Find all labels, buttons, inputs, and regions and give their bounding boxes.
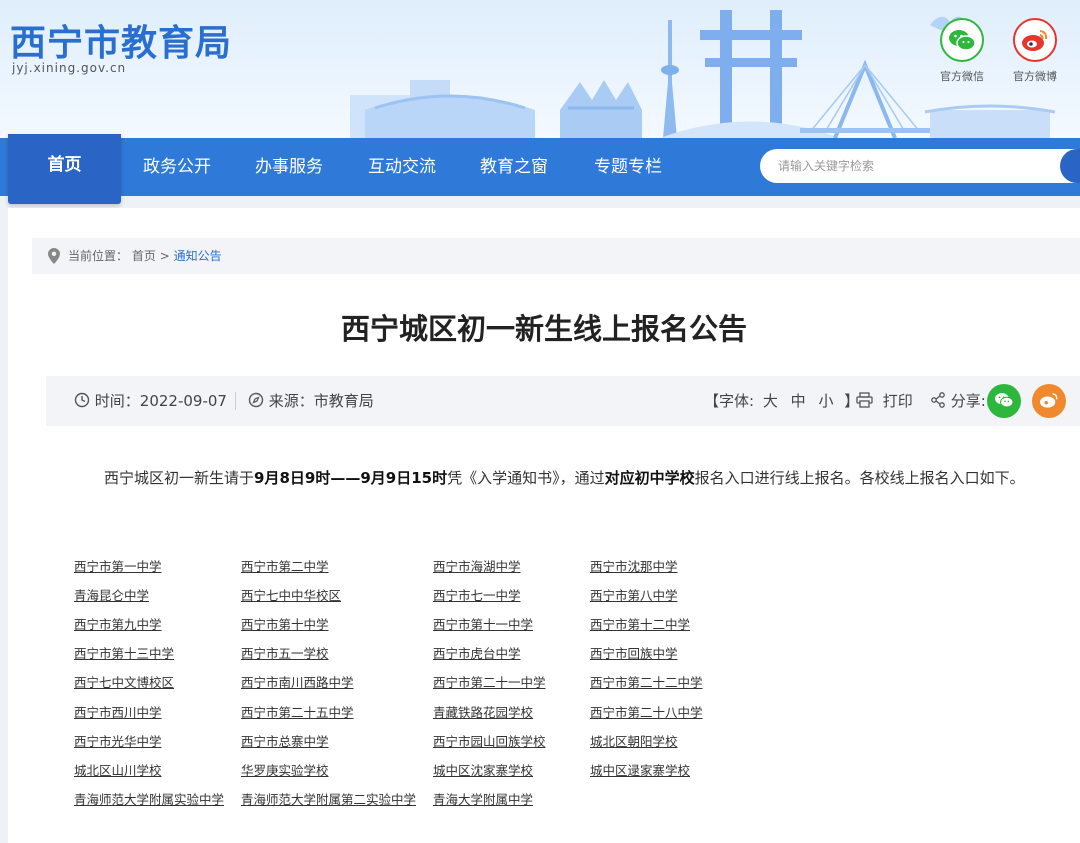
compass-icon — [248, 392, 264, 408]
source-value: 市教育局 — [313, 392, 374, 410]
school-link[interactable]: 西宁市沈那中学 — [590, 556, 678, 575]
nav-item-government-affairs[interactable]: 政务公开 — [143, 138, 211, 196]
article-paragraph: 西宁城区初一新生请于9月8日9时——9月9日15时凭《入学通知书》，通过对应初中… — [74, 464, 1076, 492]
source-label: 来源： — [268, 392, 314, 410]
share-weibo-button[interactable] — [1032, 384, 1066, 418]
school-link[interactable]: 西宁市回族中学 — [590, 643, 678, 662]
wechat-icon — [995, 392, 1014, 407]
school-link[interactable]: 青海昆仑中学 — [74, 585, 149, 604]
school-link[interactable]: 西宁市第十中学 — [241, 614, 329, 633]
school-link[interactable]: 西宁市第二十五中学 — [241, 702, 354, 721]
paragraph-emphasis: 对应初中学校 — [604, 469, 695, 487]
school-link[interactable]: 西宁市第十三中学 — [74, 643, 174, 662]
breadcrumb-current-link[interactable]: 通知公告 — [174, 249, 222, 263]
school-link[interactable]: 西宁市七一中学 — [433, 585, 521, 604]
nav-item-special-topics[interactable]: 专题专栏 — [594, 138, 662, 196]
time-value: 2022-09-07 — [139, 392, 227, 410]
school-link[interactable]: 青藏铁路花园学校 — [433, 702, 533, 721]
school-link[interactable]: 城中区逯家寨学校 — [590, 760, 690, 779]
share-section: 分享: — [930, 376, 986, 426]
article-container: 当前位置： 首页 > 通知公告 西宁城区初一新生线上报名公告 时间：2022-0… — [8, 208, 1080, 843]
printer-icon — [856, 392, 873, 408]
school-link[interactable]: 青海大学附属中学 — [433, 789, 533, 808]
school-link[interactable]: 西宁市第二十二中学 — [590, 672, 703, 691]
print-button[interactable]: 打印 — [856, 376, 913, 426]
breadcrumb-home-link[interactable]: 首页 — [132, 249, 156, 263]
clock-icon — [74, 392, 90, 408]
meta-divider — [235, 392, 236, 410]
school-link[interactable]: 西宁七中文博校区 — [74, 672, 174, 691]
breadcrumb-separator: > — [159, 249, 170, 263]
weibo-icon[interactable] — [1013, 18, 1057, 62]
school-link[interactable]: 西宁市西川中学 — [74, 702, 162, 721]
publish-time: 时间：2022-09-07 — [74, 376, 227, 426]
article-source: 来源：市教育局 — [248, 376, 374, 426]
school-link[interactable]: 城中区沈家寨学校 — [433, 760, 533, 779]
school-link[interactable]: 西宁市总寨中学 — [241, 731, 329, 750]
school-link[interactable]: 青海师范大学附属实验中学 — [74, 789, 224, 808]
font-medium-button[interactable]: 中 — [791, 392, 806, 410]
paragraph-text: 西宁城区初一新生请于 — [104, 469, 255, 487]
school-link[interactable]: 西宁市第二十一中学 — [433, 672, 546, 691]
school-link[interactable]: 西宁市第九中学 — [74, 614, 162, 633]
school-link[interactable]: 城北区朝阳学校 — [590, 731, 678, 750]
school-link[interactable]: 华罗庚实验学校 — [241, 760, 329, 779]
school-link[interactable]: 西宁市虎台中学 — [433, 643, 521, 662]
font-size-control: 【字体: 大 中 小 】 — [704, 376, 859, 426]
paragraph-text: 凭《入学通知书》，通过 — [447, 469, 605, 487]
article-title: 西宁城区初一新生线上报名公告 — [340, 312, 747, 346]
weibo-follow[interactable]: 官方微博 — [1000, 18, 1070, 84]
print-label: 打印 — [882, 392, 913, 410]
school-link[interactable]: 西宁市第二中学 — [241, 556, 329, 575]
nav-item-education-window[interactable]: 教育之窗 — [480, 138, 548, 196]
school-link[interactable]: 西宁市第一中学 — [74, 556, 162, 575]
search-input[interactable] — [760, 149, 1080, 183]
share-wechat-button[interactable] — [987, 384, 1021, 418]
location-pin-icon — [48, 248, 60, 264]
site-title[interactable]: 西宁市教育局 — [10, 14, 232, 66]
school-link[interactable]: 西宁七中中华校区 — [241, 585, 341, 604]
article-meta-bar: 时间：2022-09-07 来源：市教育局 【字体: 大 中 小 】 打印 分享… — [46, 376, 1080, 426]
font-small-button[interactable]: 小 — [818, 392, 833, 410]
school-link[interactable]: 西宁市园山回族学校 — [433, 731, 546, 750]
weibo-label: 官方微博 — [1013, 70, 1057, 83]
school-link[interactable]: 西宁市海湖中学 — [433, 556, 521, 575]
paragraph-text: 报名入口进行线上报名。各校线上报名入口如下。 — [694, 469, 1025, 487]
nav-item-services[interactable]: 办事服务 — [255, 138, 323, 196]
share-label: 分享: — [950, 392, 986, 410]
breadcrumb-prefix: 当前位置： — [68, 249, 129, 263]
school-link[interactable]: 西宁市第十二中学 — [590, 614, 690, 633]
school-link[interactable]: 西宁市第二十八中学 — [590, 702, 703, 721]
nav-item-home[interactable]: 首页 — [8, 134, 121, 204]
wechat-label: 官方微信 — [940, 70, 984, 83]
share-icon — [931, 392, 945, 408]
school-link[interactable]: 青海师范大学附属第二实验中学 — [241, 789, 416, 808]
font-large-button[interactable]: 大 — [763, 392, 778, 410]
weibo-icon — [1040, 392, 1058, 408]
site-header: 西宁市教育局 jyj.xining.gov.cn 官方微信 官方微博 — [0, 0, 1080, 138]
site-url: jyj.xining.gov.cn — [12, 61, 127, 75]
breadcrumb: 当前位置： 首页 > 通知公告 — [32, 238, 1080, 274]
font-size-label: 【字体: — [704, 392, 755, 410]
paragraph-time-range: 9月8日9时——9月9日15时 — [254, 469, 448, 487]
wechat-icon[interactable] — [940, 18, 984, 62]
school-link[interactable]: 西宁市光华中学 — [74, 731, 162, 750]
school-link[interactable]: 西宁市第八中学 — [590, 585, 678, 604]
school-link[interactable]: 西宁市第十一中学 — [433, 614, 533, 633]
nav-item-interaction[interactable]: 互动交流 — [368, 138, 436, 196]
school-link[interactable]: 西宁市南川西路中学 — [241, 672, 354, 691]
school-link[interactable]: 城北区山川学校 — [74, 760, 162, 779]
wechat-follow[interactable]: 官方微信 — [927, 18, 997, 84]
time-label: 时间： — [94, 392, 140, 410]
school-link[interactable]: 西宁市五一学校 — [241, 643, 329, 662]
